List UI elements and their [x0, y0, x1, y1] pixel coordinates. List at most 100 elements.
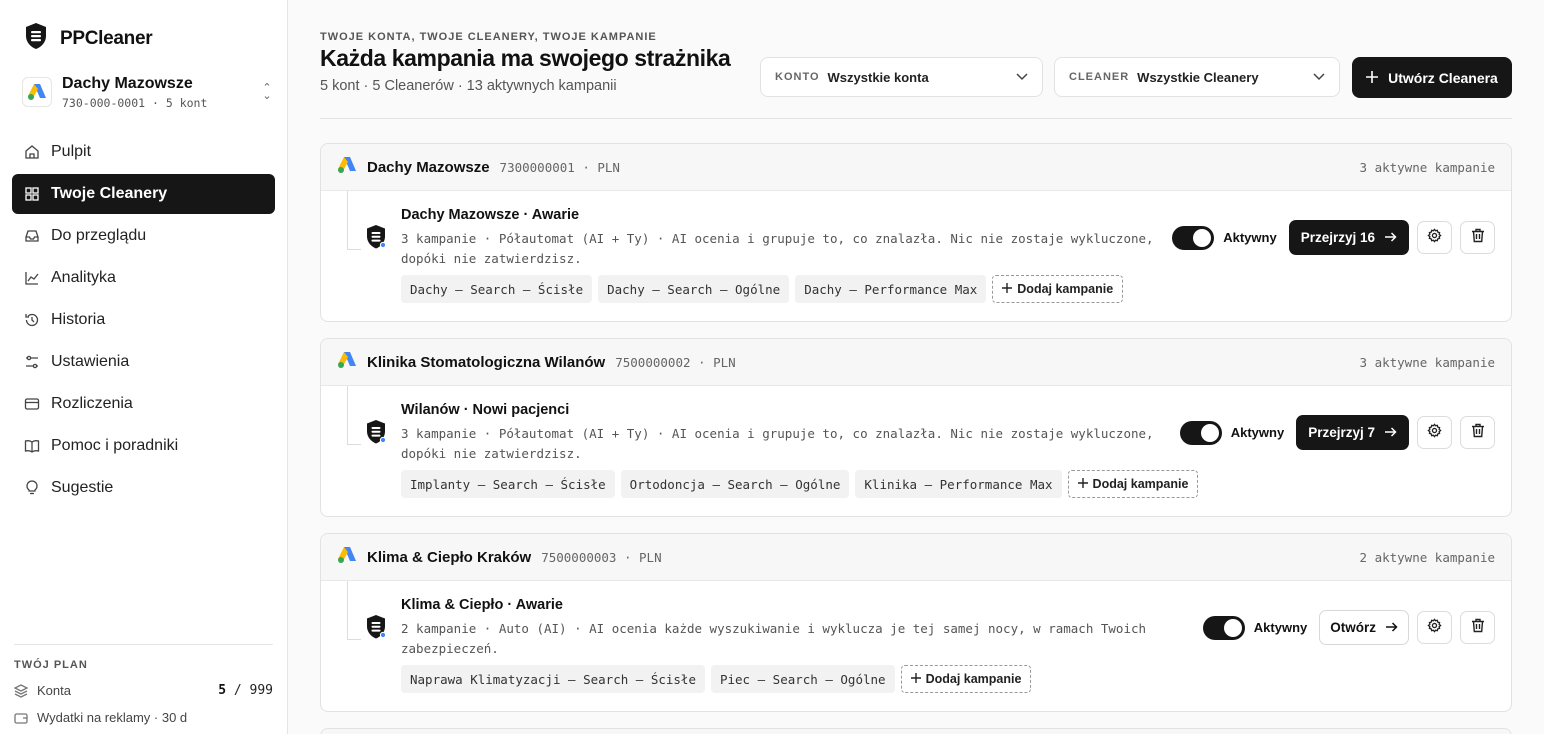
campaign-chips: Implanty — Search — Ścisłe Ortodoncja — S…: [401, 470, 1199, 498]
review-button[interactable]: Przejrzyj 16: [1288, 220, 1409, 255]
cleaner-name[interactable]: Dachy Mazowsze · Awarie: [401, 207, 579, 223]
lightbulb-icon: [24, 480, 40, 496]
plan-accounts-row: Konta 5 / 999: [14, 683, 273, 698]
status-label: Aktywny: [1253, 620, 1308, 635]
arrow-right-icon: [1385, 230, 1397, 245]
account-card-partial: [320, 728, 1512, 734]
cleaner-shield-icon: [365, 224, 387, 250]
history-icon: [24, 312, 40, 328]
add-campaigns-button[interactable]: Dodaj kampanie: [900, 665, 1032, 693]
account-switcher[interactable]: Dachy Mazowsze 730-000-0001 · 5 kont ⌃ ⌄: [22, 72, 274, 112]
trash-icon: [1471, 228, 1485, 248]
chevron-down-icon: [1016, 70, 1028, 84]
campaign-chip[interactable]: Dachy — Search — Ogólne: [598, 275, 790, 303]
nav-item-label: Pulpit: [51, 143, 92, 160]
campaign-chip[interactable]: Piec — Search — Ogólne: [710, 665, 895, 693]
nav-item-6[interactable]: Rozliczenia: [12, 384, 275, 424]
cleaner-name[interactable]: Wilanów · Nowi pacjenci: [401, 402, 569, 418]
active-campaigns-count: 3 aktywne kampanie: [1359, 159, 1495, 175]
add-campaigns-label: Dodaj kampanie: [1017, 282, 1114, 296]
cleaner-description: 3 kampanie · Półautomat (AI + Ty) · AI o…: [401, 426, 1154, 461]
account-card: Dachy Mazowsze 7300000001 · PLN 3 aktywn…: [320, 143, 1512, 322]
add-campaigns-button[interactable]: Dodaj kampanie: [992, 275, 1124, 303]
status-label: Aktywny: [1230, 425, 1285, 440]
open-button[interactable]: Otwórz: [1319, 610, 1409, 645]
chevron-up-down-icon: ⌃ ⌄: [262, 82, 272, 102]
campaign-chips: Dachy — Search — Ścisłe Dachy — Search — …: [401, 275, 1124, 303]
account-filter-select[interactable]: KONTO Wszystkie konta: [760, 57, 1043, 97]
arrow-right-icon: [1386, 620, 1398, 635]
nav-item-7[interactable]: Pomoc i poradniki: [12, 426, 275, 466]
account-sub: 730-000-0001 · 5 kont: [62, 95, 208, 110]
layers-icon: [14, 683, 28, 698]
tree-connector: [347, 581, 348, 639]
plan-accounts-sep: /: [233, 683, 242, 698]
delete-button[interactable]: [1460, 221, 1495, 254]
trash-icon: [1471, 423, 1485, 443]
cleaner-actions: Aktywny Przejrzyj 16: [1172, 220, 1495, 255]
campaign-chip[interactable]: Dachy — Performance Max: [795, 275, 987, 303]
nav-item-label: Pomoc i poradniki: [51, 437, 179, 454]
create-cleaner-button[interactable]: Utwórz Cleanera: [1352, 57, 1512, 98]
cleaner-description: 2 kampanie · Auto (AI) · AI ocenia każde…: [401, 621, 1147, 656]
account-card-meta: 7300000001 · PLN: [499, 159, 620, 175]
cleaner-shield-icon: [365, 419, 387, 445]
cleaner-filter-select[interactable]: CLEANER Wszystkie Cleanery: [1054, 57, 1340, 97]
settings-button[interactable]: [1417, 416, 1452, 449]
cleaner-name[interactable]: Klima & Ciepło · Awarie: [401, 597, 563, 613]
active-toggle[interactable]: [1172, 225, 1215, 250]
cleaner-shield-icon: [365, 614, 387, 640]
account-card-header: Dachy Mazowsze 7300000001 · PLN 3 aktywn…: [321, 144, 1511, 191]
delete-button[interactable]: [1460, 416, 1495, 449]
plus-icon: [910, 672, 921, 686]
home-icon: [24, 144, 40, 160]
google-ads-icon: [337, 546, 357, 569]
settings-button[interactable]: [1417, 611, 1452, 644]
nav-item-2[interactable]: Do przeglądu: [12, 216, 275, 256]
add-campaigns-button[interactable]: Dodaj kampanie: [1067, 470, 1199, 498]
plan-panel: TWÓJ PLAN Konta 5 / 999 Wydatki na rekla…: [14, 644, 273, 725]
campaign-chip[interactable]: Ortodoncja — Search — Ogólne: [620, 470, 850, 498]
campaign-chips: Naprawa Klimatyzacji — Search — Ścisłe Pi…: [401, 665, 1032, 693]
delete-button[interactable]: [1460, 611, 1495, 644]
nav-item-3[interactable]: Analityka: [12, 258, 275, 298]
campaign-chip[interactable]: Naprawa Klimatyzacji — Search — Ścisłe: [401, 665, 705, 693]
nav-item-label: Do przeglądu: [51, 227, 147, 244]
account-name: Dachy Mazowsze: [62, 74, 193, 92]
nav-item-label: Historia: [51, 311, 106, 328]
brand[interactable]: PPCleaner: [24, 22, 153, 55]
tree-connector-foot: [347, 249, 361, 250]
page-eyebrow: TWOJE KONTA, TWOJE CLEANERY, TWOJE KAMPA…: [320, 31, 657, 43]
campaign-chip[interactable]: Klinika — Performance Max: [855, 470, 1062, 498]
plan-accounts-max: 999: [249, 683, 273, 698]
active-toggle[interactable]: [1202, 615, 1245, 640]
nav-item-label: Sugestie: [51, 479, 114, 496]
account-card-header: Klinika Stomatologiczna Wilanów 75000000…: [321, 339, 1511, 386]
ppcleaner-logo-icon: [24, 22, 48, 55]
account-card-meta: 7500000002 · PLN: [615, 354, 736, 370]
plan-accounts-label: Konta: [37, 683, 71, 698]
campaign-chip[interactable]: Dachy — Search — Ścisłe: [401, 275, 593, 303]
inbox-icon: [24, 228, 40, 244]
main-nav: Pulpit Twoje Cleanery Do przeglądu Analityk…: [12, 132, 275, 510]
active-toggle[interactable]: [1179, 420, 1222, 445]
plan-spend-label: Wydatki na reklamy · 30 d: [37, 710, 188, 725]
nav-item-0[interactable]: Pulpit: [12, 132, 275, 172]
nav-item-4[interactable]: Historia: [12, 300, 275, 340]
gear-icon: [1427, 422, 1442, 443]
campaign-chip[interactable]: Implanty — Search — Ścisłe: [401, 470, 615, 498]
cleaner-filter-value: Wszystkie Cleanery: [1137, 69, 1259, 85]
sidebar: PPCleaner Dachy Mazowsze 730-000-0001 · …: [0, 0, 288, 734]
chevron-down-icon: [1313, 70, 1325, 84]
nav-item-8[interactable]: Sugestie: [12, 468, 275, 508]
review-button[interactable]: Przejrzyj 7: [1296, 415, 1409, 450]
nav-item-1[interactable]: Twoje Cleanery: [12, 174, 275, 214]
nav-item-5[interactable]: Ustawienia: [12, 342, 275, 382]
wallet-icon: [14, 711, 28, 725]
page-title: Każda kampania ma swojego strażnika: [320, 45, 731, 71]
tree-connector-foot: [347, 444, 361, 445]
settings-button[interactable]: [1417, 221, 1452, 254]
plus-icon: [1002, 282, 1013, 296]
account-card: Klinika Stomatologiczna Wilanów 75000000…: [320, 338, 1512, 517]
account-card: Klima & Ciepło Kraków 7500000003 · PLN 2…: [320, 533, 1512, 712]
